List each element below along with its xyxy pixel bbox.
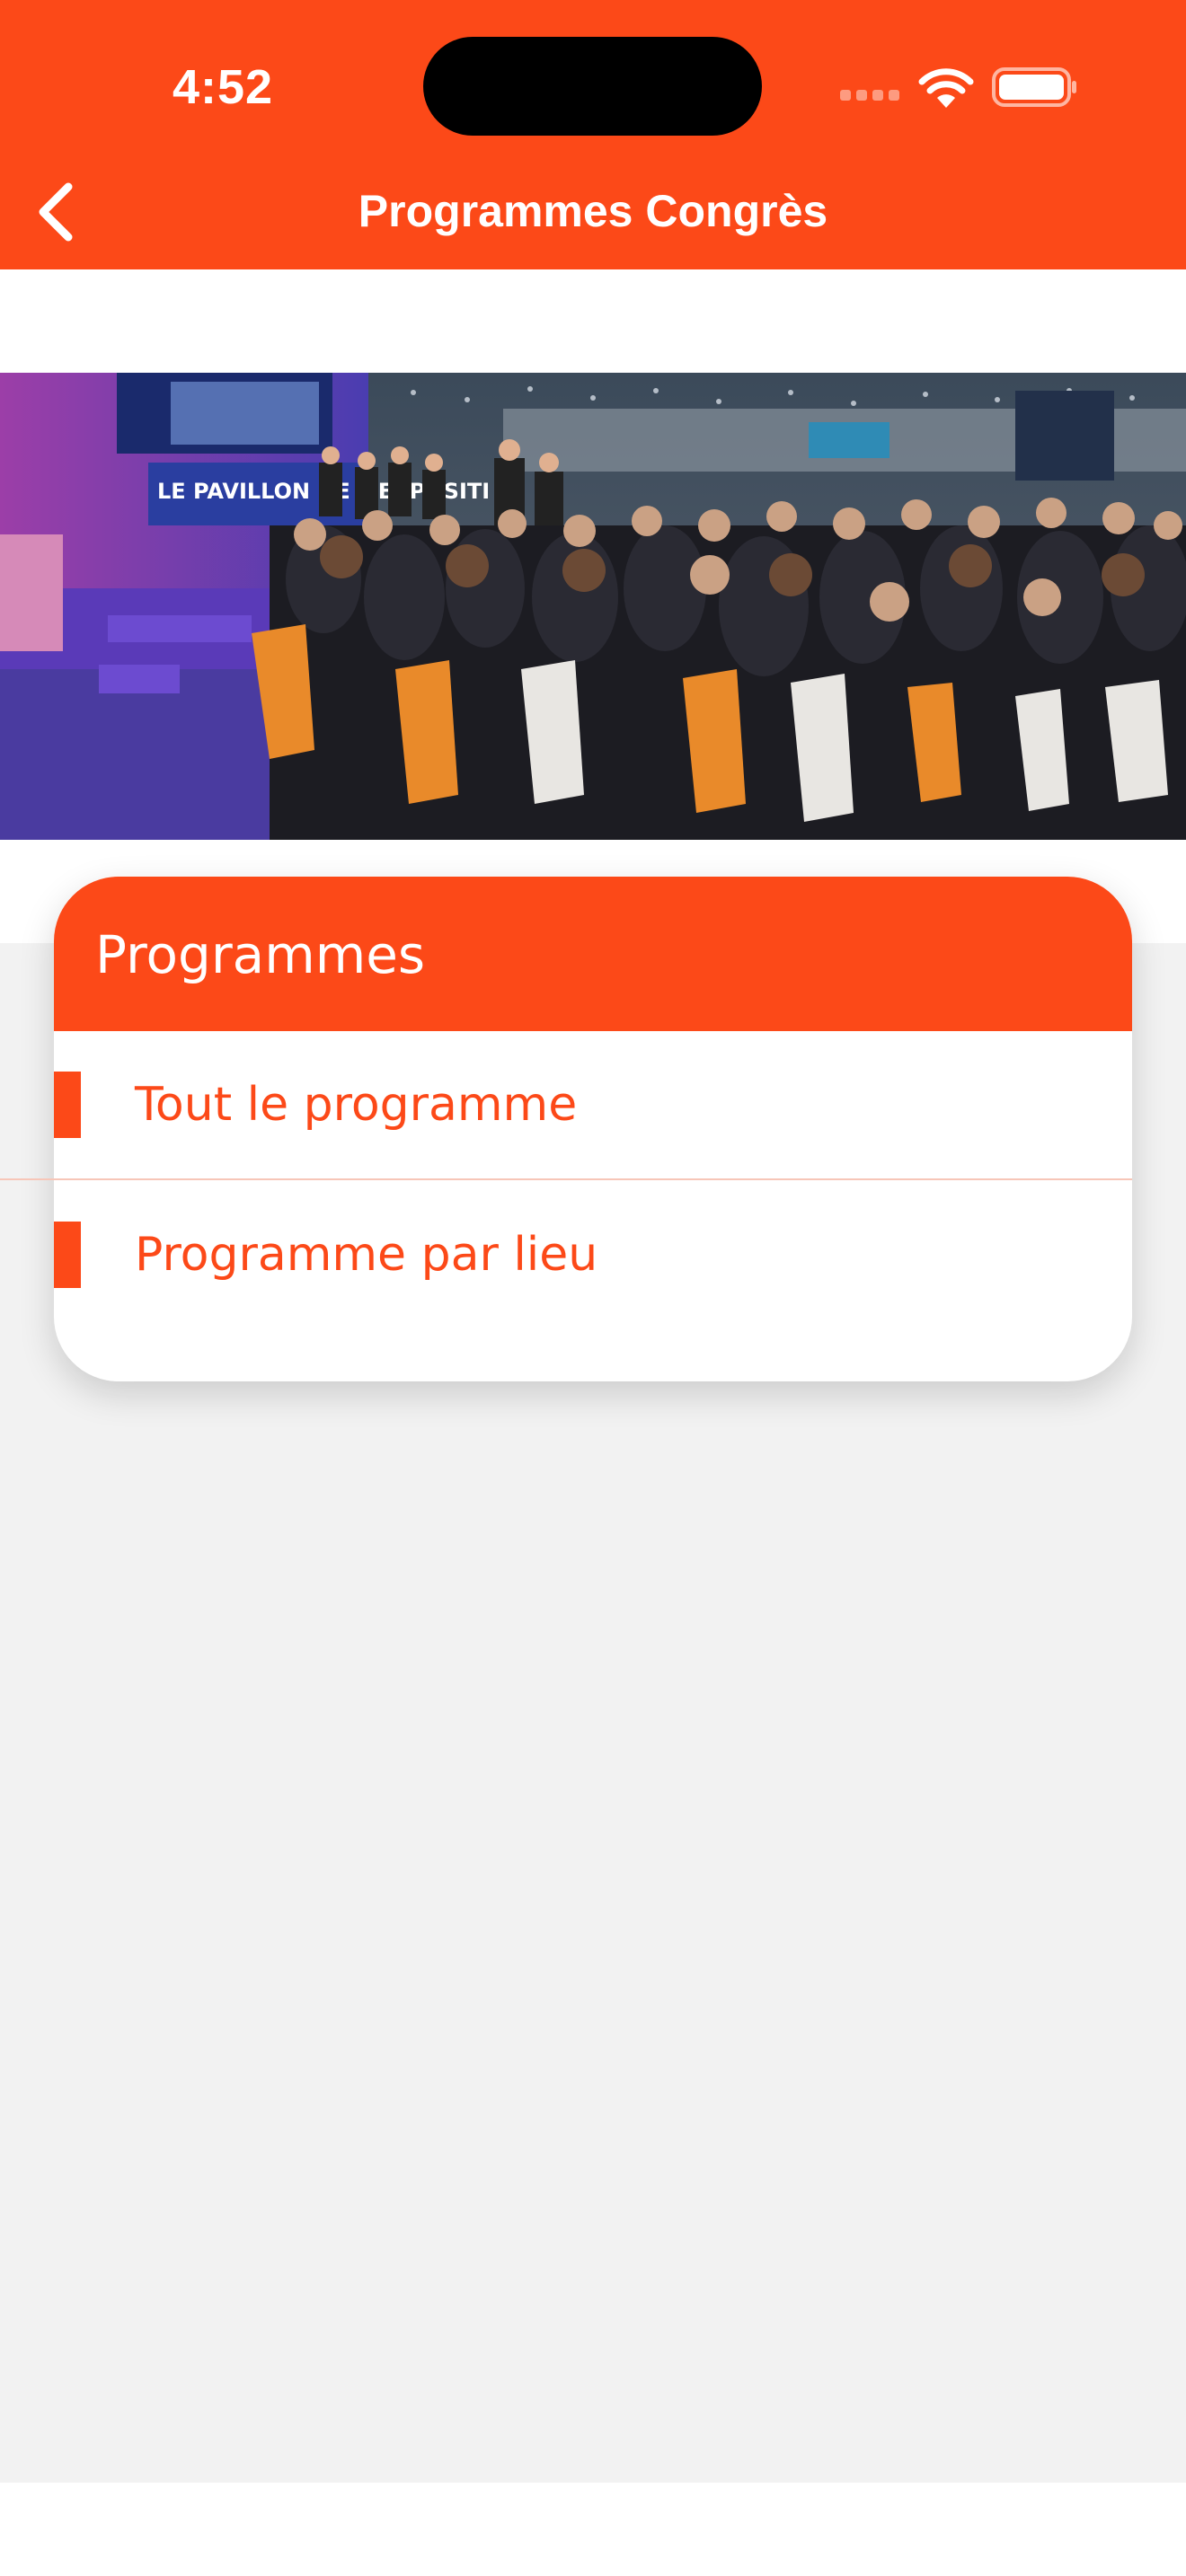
programmes-card: Programmes Tout le programme Programme p… [54, 877, 1132, 1381]
menu-item-label: Programme par lieu [135, 1228, 598, 1282]
dynamic-island [423, 37, 762, 136]
menu-item-label: Tout le programme [135, 1078, 578, 1132]
status-time: 4:52 [173, 60, 274, 114]
card-header: Programmes [54, 877, 1132, 1031]
menu-item-accent [54, 1072, 81, 1138]
page-title: Programmes Congrès [358, 186, 828, 236]
card-title: Programmes [95, 924, 426, 985]
app-header: 4:52 Programmes Congrès [0, 0, 1186, 269]
wifi-icon [918, 68, 974, 108]
screen: 4:52 Programmes Congrès LE PAVILLON Prog… [0, 0, 1186, 2576]
menu-item-tout-le-programme[interactable]: Tout le programme [54, 1031, 1132, 1180]
menu-item-accent [54, 1222, 81, 1288]
menu-divider [0, 1178, 1132, 1180]
hero-image: LE PAVILLON DE L'EXPOSITI [0, 373, 1186, 840]
menu-item-programme-par-lieu[interactable]: Programme par lieu [54, 1181, 1132, 1330]
bottom-safe-area [0, 2483, 1186, 2576]
battery-icon [992, 67, 1076, 107]
